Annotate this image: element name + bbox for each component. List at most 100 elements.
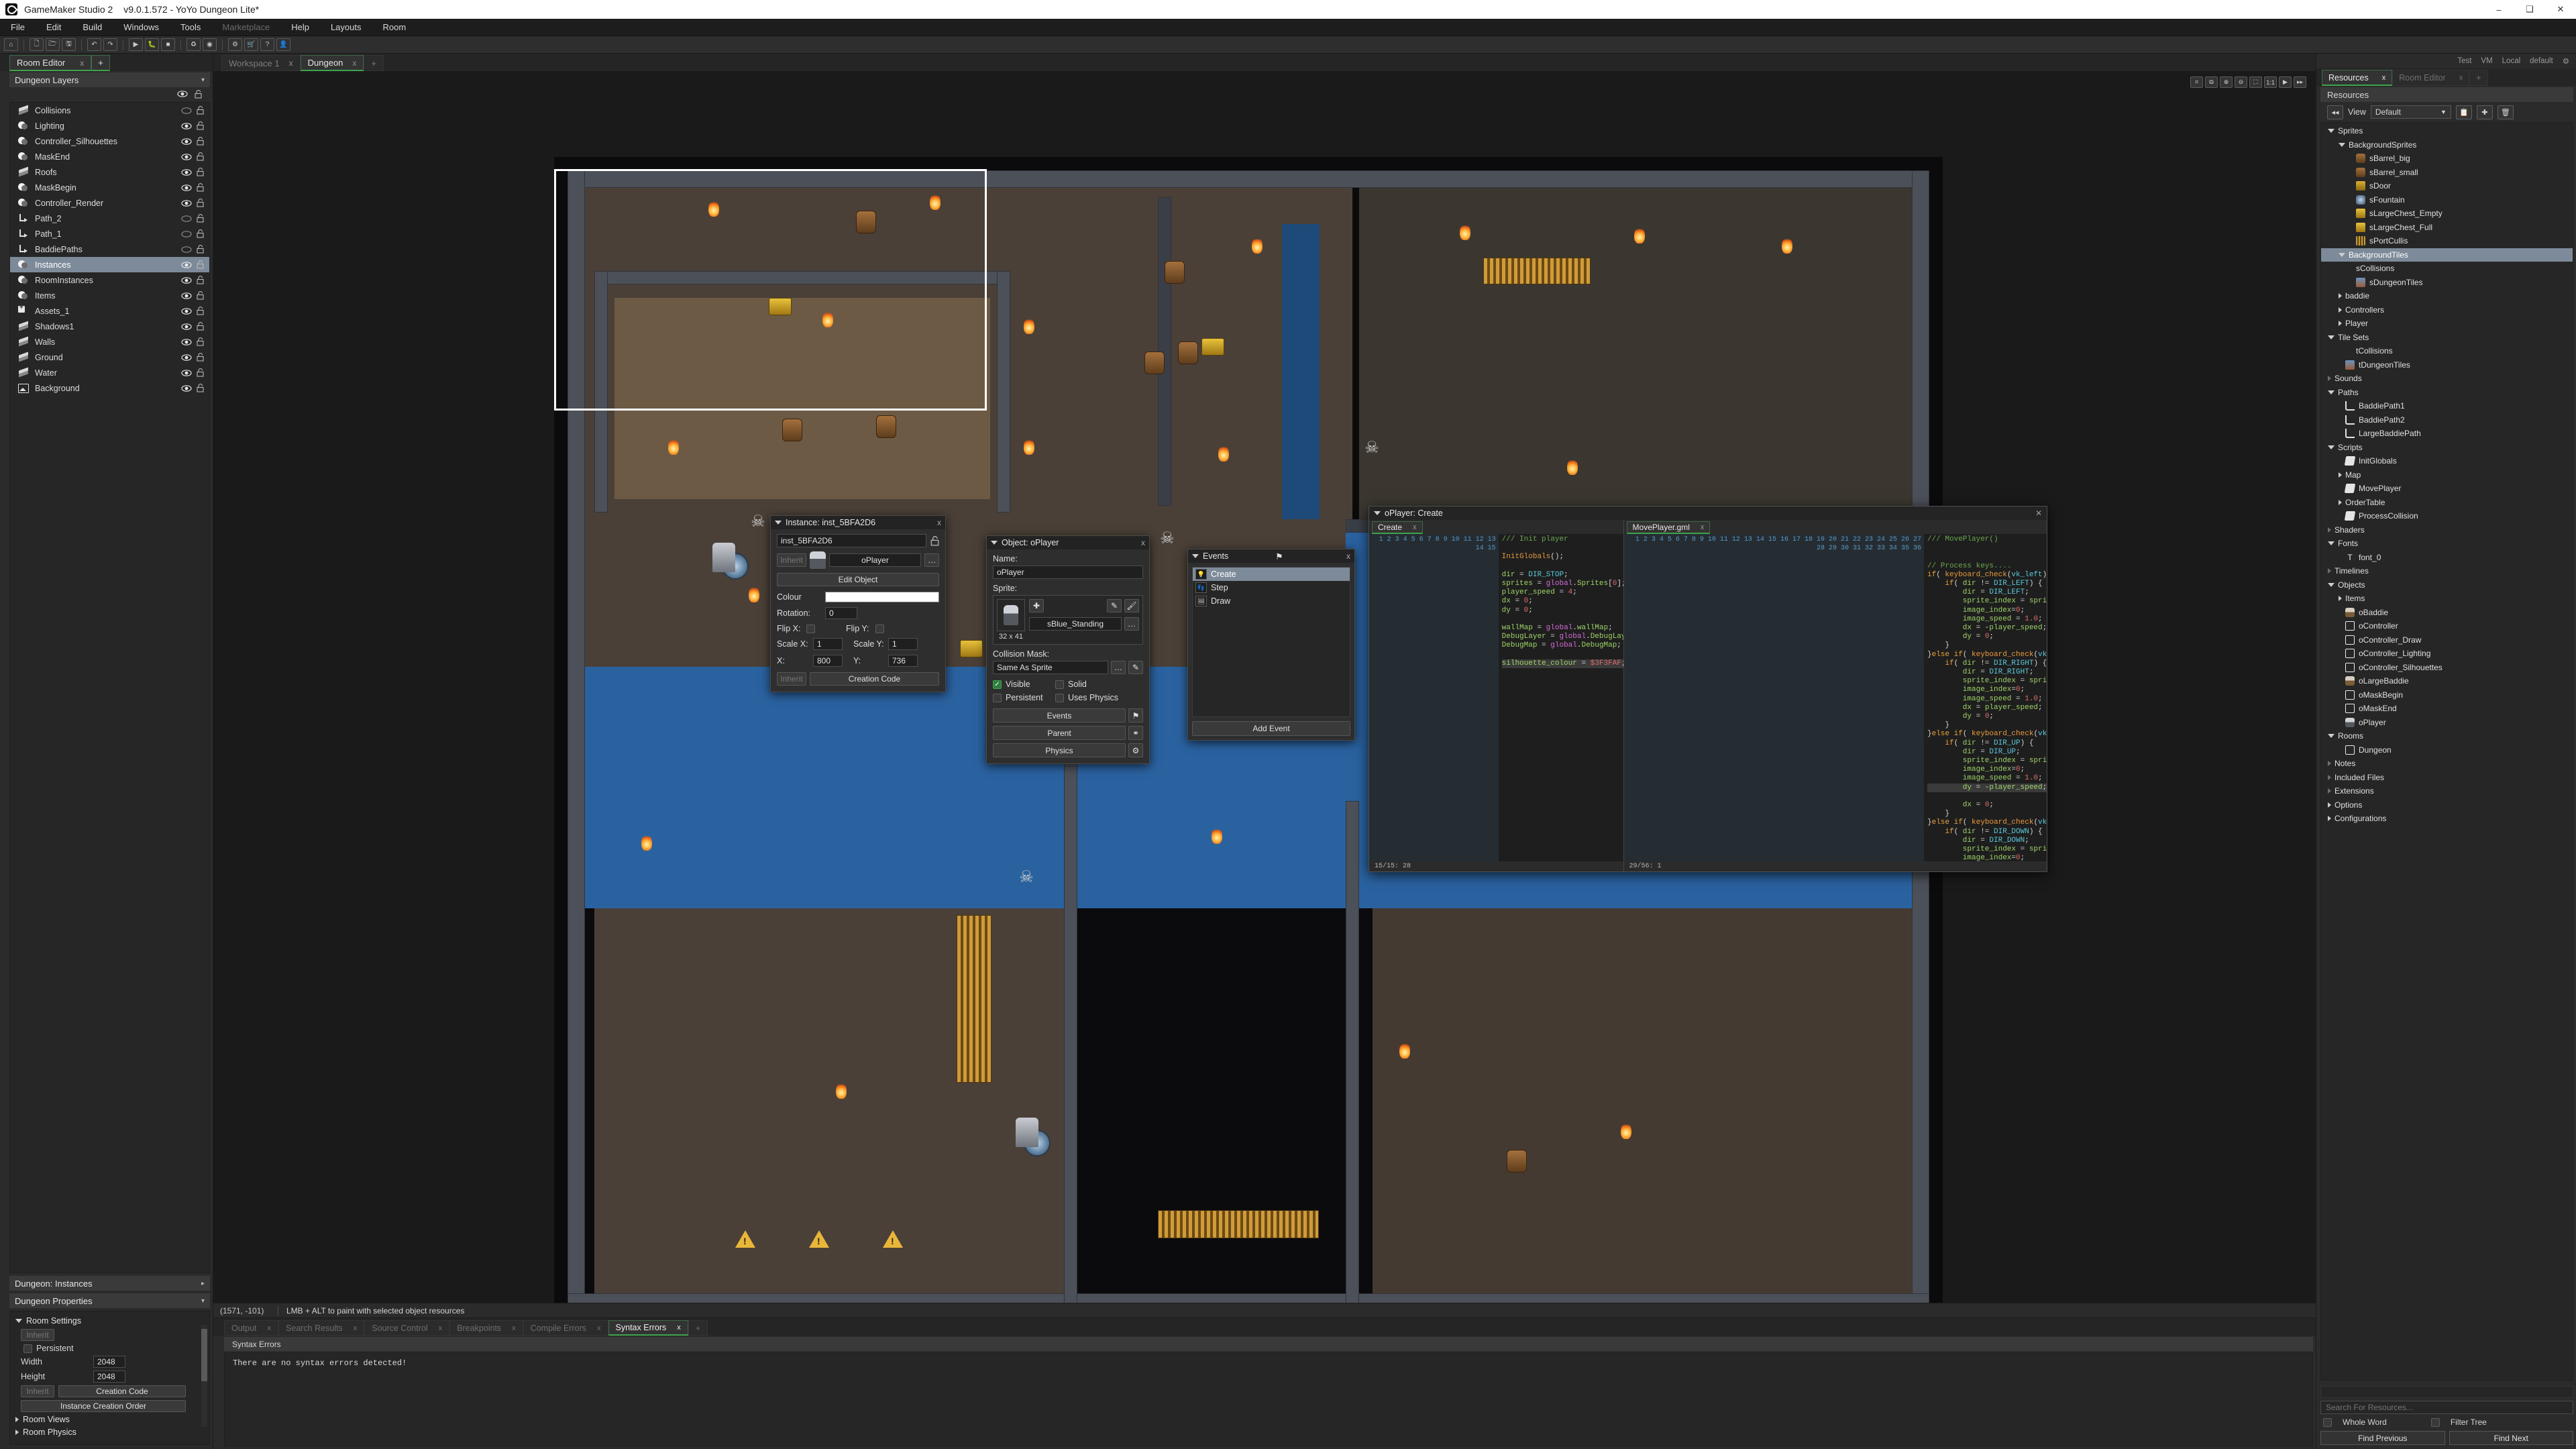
dungeon-instances-header[interactable]: Dungeon: Instances ▸	[9, 1276, 210, 1291]
resource-node[interactable]: BaddiePath2	[2321, 413, 2573, 427]
physics-button[interactable]: Physics	[993, 743, 1126, 757]
layer-visibility-toggle[interactable]	[181, 338, 192, 346]
output-tab-source-control[interactable]: Source Control x	[364, 1320, 450, 1336]
events-list[interactable]: 💡 Create 👣 Step 🖼 Draw	[1192, 567, 1350, 717]
resources-tab-resources[interactable]: Resources x	[2322, 70, 2393, 86]
resource-node[interactable]: ProcessCollision	[2321, 509, 2573, 523]
twisty-closed-icon[interactable]	[15, 1430, 19, 1435]
layer-visibility-toggle[interactable]	[181, 153, 192, 161]
close-icon[interactable]: x	[677, 1324, 681, 1332]
layer-row[interactable]: Walls	[10, 334, 209, 350]
resource-node[interactable]: oPlayer	[2321, 716, 2573, 730]
resource-node[interactable]: sBarrel_big	[2321, 152, 2573, 166]
resources-tab-room-editor[interactable]: Room Editor x	[2392, 70, 2470, 86]
close-icon[interactable]: x	[1141, 538, 1145, 547]
resource-node[interactable]: Fonts	[2321, 537, 2573, 551]
workspace-tab-dungeon[interactable]: Dungeon x	[300, 55, 364, 71]
close-button[interactable]: ✕	[2545, 0, 2576, 19]
object-more-button[interactable]: …	[924, 553, 939, 567]
layer-row[interactable]: Path_1	[10, 226, 209, 241]
layer-visibility-toggle[interactable]	[181, 261, 192, 269]
add-event-button[interactable]: Add Event	[1192, 721, 1350, 736]
resource-node[interactable]: Options	[2321, 798, 2573, 812]
twisty-open-icon[interactable]	[2328, 541, 2334, 546]
layer-row[interactable]: Collisions	[10, 103, 209, 118]
resource-node[interactable]: oMaskEnd	[2321, 702, 2573, 716]
events-window-header[interactable]: Events ⚑ x	[1188, 549, 1354, 563]
resource-node[interactable]: sPortCullis	[2321, 234, 2573, 248]
twisty-closed-icon[interactable]	[2339, 293, 2342, 299]
scale-y-input[interactable]: 1	[888, 638, 918, 650]
collision-mask-more-button[interactable]: …	[1111, 661, 1126, 674]
room-canvas[interactable]: ⌗ ⧉ ⊕ ⊖ ⛶ 1:1 ▶ ▸▸ ☠ ☠ ☠ ☠ ! ! ! Instanc…	[213, 71, 2316, 1303]
twisty-open-icon[interactable]	[2328, 445, 2334, 449]
camera-view-rectangle[interactable]	[554, 169, 987, 411]
layer-row[interactable]: Instances	[10, 257, 209, 272]
debug-icon[interactable]: 🐛	[145, 38, 159, 51]
resource-node[interactable]: Included Files	[2321, 771, 2573, 785]
close-icon[interactable]: x	[1701, 523, 1705, 531]
new-project-icon[interactable]: 🗋	[30, 38, 44, 51]
twisty-open-icon[interactable]	[1192, 554, 1199, 558]
resource-node[interactable]: Sprites	[2321, 124, 2573, 138]
resource-node[interactable]: sDungeonTiles	[2321, 276, 2573, 290]
flip-y-checkbox[interactable]	[875, 624, 884, 633]
layer-row[interactable]: Assets_1	[10, 303, 209, 319]
layer-lock-toggle[interactable]	[197, 199, 204, 207]
zoom-in-icon[interactable]: ⊕	[2220, 76, 2233, 88]
resource-node[interactable]: Player	[2321, 317, 2573, 331]
event-item[interactable]: 💡 Create	[1193, 568, 1350, 581]
output-tab-syntax-errors[interactable]: Syntax Errors x	[608, 1320, 688, 1336]
resource-node[interactable]: LargeBaddiePath	[2321, 427, 2573, 441]
resource-node[interactable]: Controllers	[2321, 303, 2573, 317]
dungeon-layers-header[interactable]: Dungeon Layers ▾	[9, 72, 210, 87]
menu-tools[interactable]: Tools	[170, 19, 211, 36]
resource-node[interactable]: oLargeBaddie	[2321, 674, 2573, 688]
resource-node[interactable]: Timelines	[2321, 564, 2573, 578]
twisty-closed-icon[interactable]	[2328, 774, 2331, 780]
instance-creation-order-button[interactable]: Instance Creation Order	[21, 1400, 186, 1412]
duplicate-icon[interactable]: 📋	[2455, 105, 2472, 119]
resource-node[interactable]: InitGlobals	[2321, 454, 2573, 468]
filter-tree-checkbox[interactable]	[2430, 1417, 2440, 1427]
layer-visibility-toggle[interactable]	[181, 292, 192, 300]
edit-object-button[interactable]: Edit Object	[777, 573, 939, 586]
chevron-down-icon[interactable]: ▾	[201, 1297, 205, 1305]
resource-node[interactable]: oBaddie	[2321, 606, 2573, 620]
dungeon-properties-header[interactable]: Dungeon Properties ▾	[9, 1293, 210, 1308]
output-tab-compile-errors[interactable]: Compile Errors x	[523, 1320, 608, 1336]
play-icon[interactable]: ▶	[129, 38, 143, 51]
twisty-closed-icon[interactable]	[2339, 321, 2342, 327]
properties-scrollbar[interactable]	[201, 1325, 207, 1427]
resource-node[interactable]: sLargeChest_Empty	[2321, 207, 2573, 221]
close-icon[interactable]: x	[2459, 74, 2463, 82]
layer-row[interactable]: Roofs	[10, 164, 209, 180]
resources-tab-+[interactable]: +	[2469, 70, 2488, 86]
twisty-open-icon[interactable]	[1374, 511, 1381, 515]
resource-node[interactable]: oController_Draw	[2321, 633, 2573, 647]
twisty-closed-icon[interactable]	[2339, 499, 2342, 505]
twisty-open-icon[interactable]	[2328, 734, 2334, 739]
persistent-checkbox[interactable]	[23, 1344, 32, 1353]
height-input[interactable]: 2048	[93, 1371, 125, 1383]
close-icon[interactable]: x	[352, 58, 356, 68]
layer-visibility-toggle[interactable]	[181, 384, 192, 392]
layer-lock-toggle[interactable]	[197, 137, 204, 146]
layer-row[interactable]: Water	[10, 365, 209, 380]
resource-node[interactable]: oController_Lighting	[2321, 647, 2573, 661]
paint-sprite-icon[interactable]: 🖌	[1124, 599, 1139, 612]
close-icon[interactable]: ✕	[2035, 508, 2042, 518]
resource-node[interactable]: Notes	[2321, 757, 2573, 771]
collision-mask-select[interactable]: Same As Sprite	[993, 661, 1108, 674]
layer-visibility-toggle[interactable]	[181, 230, 192, 238]
twisty-open-icon[interactable]	[2339, 252, 2345, 257]
layer-row[interactable]: BaddiePaths	[10, 241, 209, 257]
twisty-open-icon[interactable]	[2328, 335, 2334, 339]
twisty-closed-icon[interactable]	[2328, 816, 2331, 822]
twisty-open-icon[interactable]	[2339, 142, 2345, 147]
menu-room[interactable]: Room	[372, 19, 417, 36]
layer-lock-toggle[interactable]	[197, 307, 204, 315]
layer-lock-toggle[interactable]	[197, 276, 204, 284]
resource-node[interactable]: oController	[2321, 619, 2573, 633]
close-icon[interactable]: x	[354, 1324, 358, 1332]
